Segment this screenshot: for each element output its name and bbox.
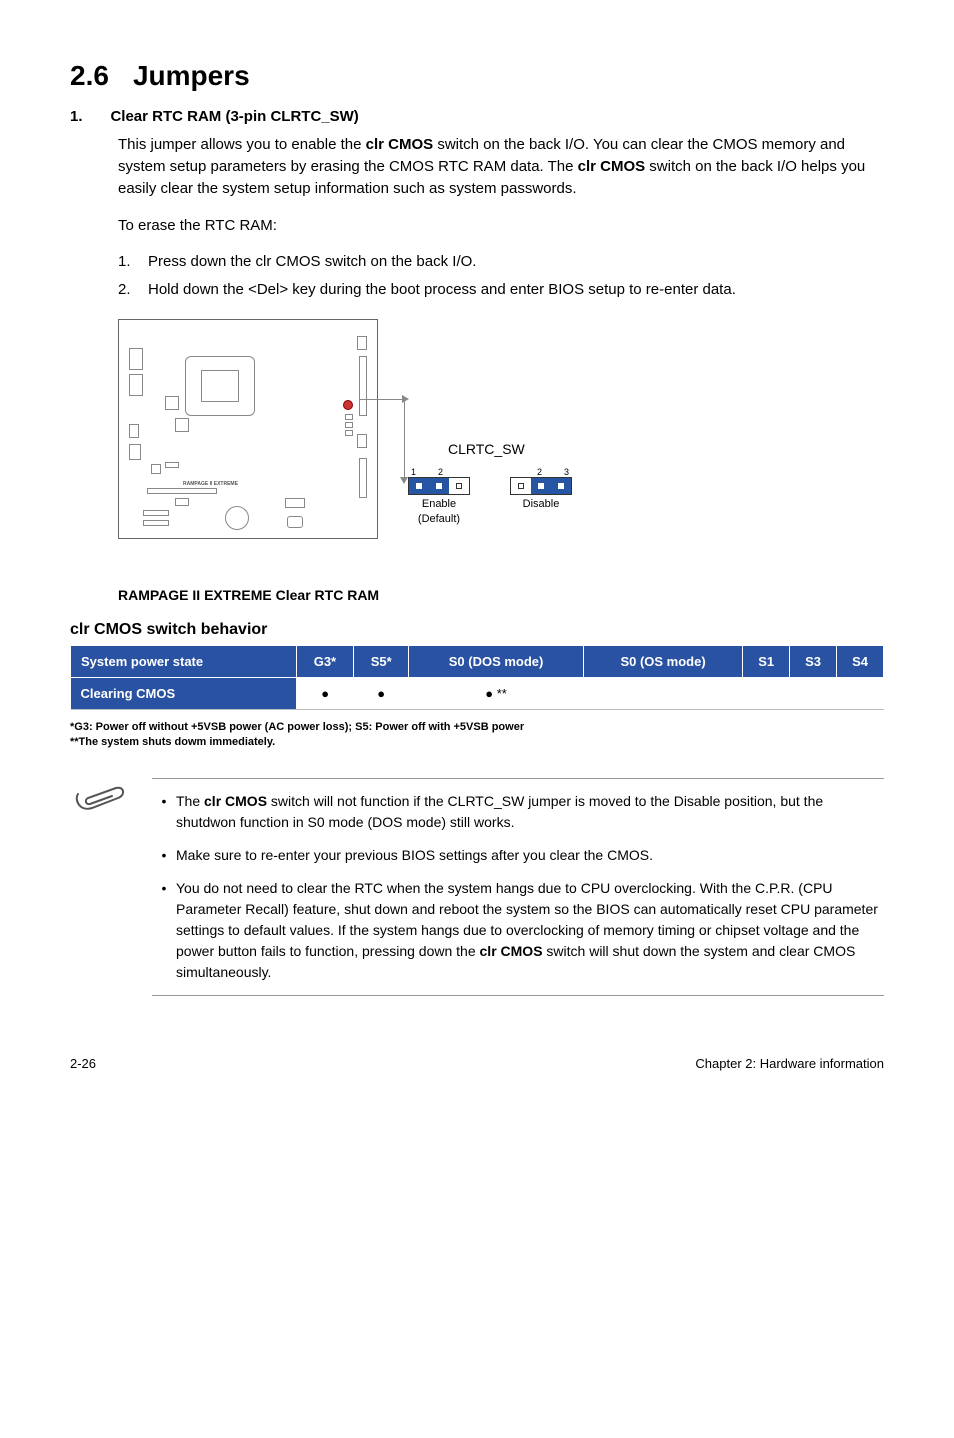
paragraph: To erase the RTC RAM: xyxy=(118,215,884,237)
section-number: 2.6 xyxy=(70,60,109,91)
jumper-enable: 1 2 Enable (Default) xyxy=(408,467,470,525)
table-header: S4 xyxy=(837,645,884,677)
paragraph: This jumper allows you to enable the clr… xyxy=(118,134,884,199)
table-cell xyxy=(790,677,837,709)
bullet-icon: • xyxy=(152,878,176,983)
list-item: 1. Clear RTC RAM (3-pin CLRTC_SW) This j… xyxy=(70,108,884,301)
table-cell xyxy=(743,677,790,709)
page-footer: 2-26 Chapter 2: Hardware information xyxy=(70,1056,884,1071)
footnote-line: **The system shuts dowm immediately. xyxy=(70,735,884,750)
jumper-text: (Default) xyxy=(408,513,470,525)
table-header: S5* xyxy=(354,645,409,677)
bold-text: clr CMOS xyxy=(366,136,434,153)
jumper-label: CLRTC_SW xyxy=(448,441,525,457)
note-item: • You do not need to clear the RTC when … xyxy=(152,878,884,983)
note-text: Make sure to re-enter your previous BIOS… xyxy=(176,845,653,866)
page-number: 2-26 xyxy=(70,1056,96,1071)
item-title: Clear RTC RAM (3-pin CLRTC_SW) xyxy=(110,108,358,125)
list-item: 1. Press down the clr CMOS switch on the… xyxy=(118,251,884,273)
step-text: Press down the clr CMOS switch on the ba… xyxy=(148,251,476,273)
section-title-text: Jumpers xyxy=(133,60,250,91)
note-item: • Make sure to re-enter your previous BI… xyxy=(152,845,884,866)
table-header: S0 (OS mode) xyxy=(583,645,742,677)
table-cell xyxy=(837,677,884,709)
motherboard-diagram: RAMPAGE II EXTREME CLRTC_SW 1 2 Enable (D… xyxy=(118,319,638,579)
jumper-highlight-icon xyxy=(343,400,353,410)
jumper-text: Enable xyxy=(408,498,470,510)
table-cell: Clearing CMOS xyxy=(71,677,297,709)
table-row: Clearing CMOS ● ● ● ** xyxy=(71,677,884,709)
note-text: The clr CMOS switch will not function if… xyxy=(176,791,884,833)
bold-text: clr CMOS xyxy=(578,158,646,175)
note-box: • The clr CMOS switch will not function … xyxy=(70,778,884,996)
pin-num: 2 xyxy=(537,467,542,477)
table-cell xyxy=(583,677,742,709)
table-footnote: *G3: Power off without +5VSB power (AC p… xyxy=(70,720,884,751)
text: This jumper allows you to enable the xyxy=(118,136,366,153)
behavior-table: System power state G3* S5* S0 (DOS mode)… xyxy=(70,645,884,710)
step-number: 2. xyxy=(118,279,148,301)
chapter-label: Chapter 2: Hardware information xyxy=(695,1056,884,1071)
note-text: You do not need to clear the RTC when th… xyxy=(176,878,884,983)
list-item: 2. Hold down the <Del> key during the bo… xyxy=(118,279,884,301)
pin-num: 1 xyxy=(411,467,416,477)
section-heading: 2.6 Jumpers xyxy=(70,60,884,92)
board-outline: RAMPAGE II EXTREME xyxy=(118,319,378,539)
table-cell: ● ** xyxy=(409,677,584,709)
table-header: S0 (DOS mode) xyxy=(409,645,584,677)
table-cell: ● xyxy=(296,677,353,709)
jumper-disable: 2 3 Disable xyxy=(510,467,572,525)
jumper-text: Disable xyxy=(510,498,572,510)
table-header: System power state xyxy=(71,645,297,677)
bullet-icon: • xyxy=(152,791,176,833)
table-cell: ● xyxy=(354,677,409,709)
ordered-sublist: 1. Press down the clr CMOS switch on the… xyxy=(118,251,884,301)
table-header: S3 xyxy=(790,645,837,677)
step-text: Hold down the <Del> key during the boot … xyxy=(148,279,736,301)
bullet-icon: • xyxy=(152,845,176,866)
footnote-line: *G3: Power off without +5VSB power (AC p… xyxy=(70,720,884,735)
pin-num: 3 xyxy=(564,467,569,477)
pin-num: 2 xyxy=(438,467,443,477)
table-header: G3* xyxy=(296,645,353,677)
table-header: S1 xyxy=(743,645,790,677)
note-item: • The clr CMOS switch will not function … xyxy=(152,791,884,833)
paperclip-icon xyxy=(70,778,130,996)
diagram-caption: RAMPAGE II EXTREME Clear RTC RAM xyxy=(118,587,884,603)
table-title: clr CMOS switch behavior xyxy=(70,621,884,639)
step-number: 1. xyxy=(118,251,148,273)
item-number: 1. xyxy=(70,108,106,125)
